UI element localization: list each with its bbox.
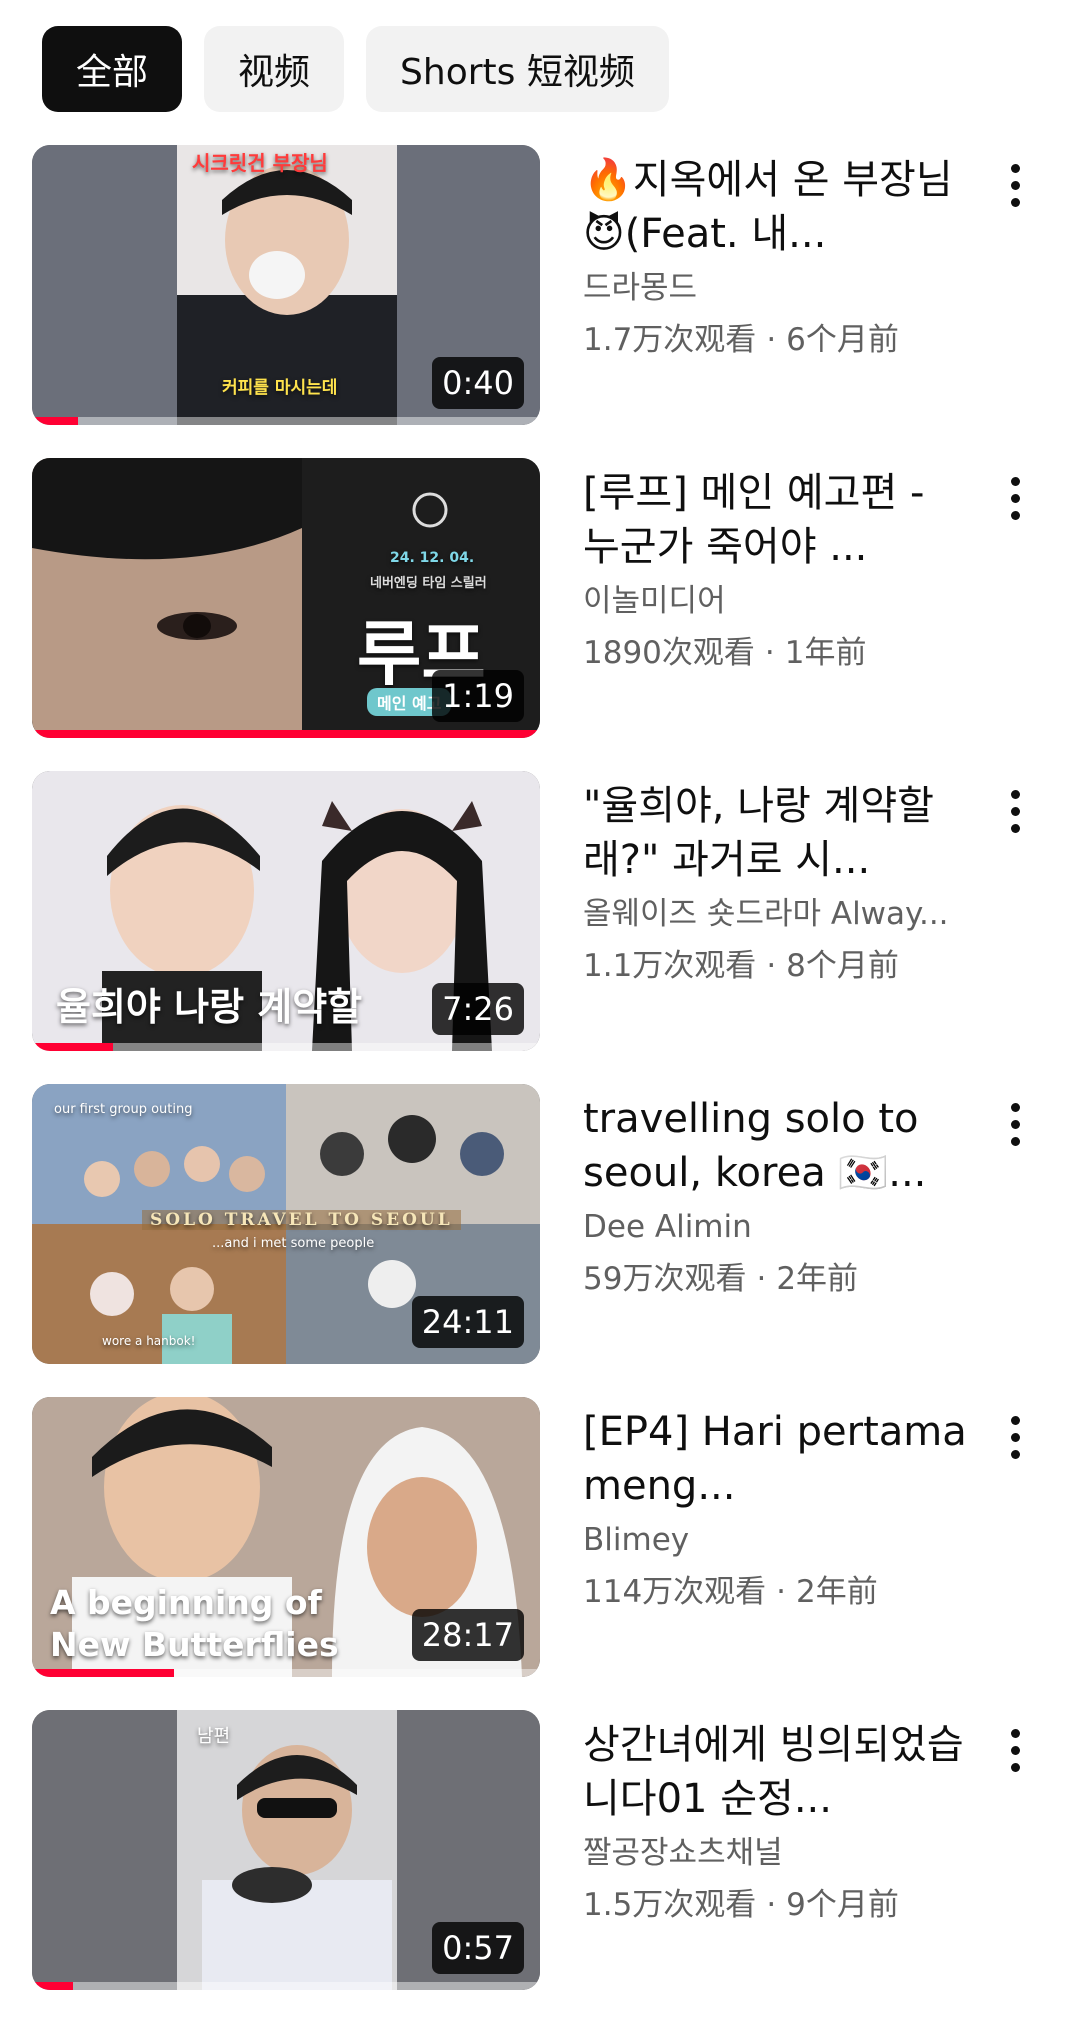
video-meta: 🔥지옥에서 온 부장님😈(Feat. 내... 드라몽드 1.7万次观看 · 6个月… <box>583 153 968 361</box>
video-title[interactable]: 🔥지옥에서 온 부장님😈(Feat. 내... <box>583 153 968 261</box>
video-item[interactable]: 남편 0:57 상간녀에게 빙의되었습니다01 순정... 짤공장쇼츠채널 1.… <box>0 1710 1080 2023</box>
video-stats: 1890次观看 · 1年前 <box>583 632 968 674</box>
more-options-icon[interactable] <box>990 781 1040 841</box>
chip-shorts[interactable]: Shorts 短视频 <box>366 26 669 112</box>
video-feed: 시크릿건 부장님 커피를 마시는데 0:40 🔥지옥에서 온 부장님😈(Feat… <box>0 145 1080 2023</box>
thumbnail-caption-bottom: wore a hanbok! <box>102 1334 196 1348</box>
video-stats: 1.1万次观看 · 8个月前 <box>583 945 968 987</box>
more-options-icon[interactable] <box>990 1094 1040 1154</box>
duration-badge: 0:40 <box>432 357 524 409</box>
video-thumbnail[interactable]: our first group outing SOLO TRAVEL TO SE… <box>32 1084 540 1364</box>
channel-name[interactable]: 이놀미디어 <box>583 580 968 622</box>
separator: · <box>766 1887 777 1923</box>
upload-age: 8个月前 <box>786 948 899 984</box>
view-count: 59万次观看 <box>583 1261 747 1297</box>
duration-badge: 1:19 <box>432 670 524 722</box>
more-options-icon[interactable] <box>990 155 1040 215</box>
video-item[interactable]: A beginning of New Butterflies 28:17 [EP… <box>0 1397 1080 1710</box>
watch-progress <box>32 417 540 425</box>
chip-videos[interactable]: 视频 <box>204 26 345 112</box>
more-options-icon[interactable] <box>990 1720 1040 1780</box>
watch-progress <box>32 1982 540 1990</box>
more-options-icon[interactable] <box>990 1407 1040 1467</box>
duration-badge: 0:57 <box>432 1922 524 1974</box>
video-stats: 1.5万次观看 · 9个月前 <box>583 1884 968 1926</box>
duration-badge: 7:26 <box>432 983 524 1035</box>
view-count: 1.7万次观看 <box>583 322 757 358</box>
upload-age: 9个月前 <box>786 1887 899 1923</box>
video-title[interactable]: [EP4] Hari pertama meng... <box>583 1405 968 1513</box>
chip-all[interactable]: 全部 <box>42 26 183 112</box>
video-thumbnail[interactable]: 24. 12. 04. 네버엔딩 타임 스릴러 루프 메인 예고 1:19 <box>32 458 540 738</box>
separator: · <box>766 948 777 984</box>
video-item[interactable]: our first group outing SOLO TRAVEL TO SE… <box>0 1084 1080 1397</box>
video-title[interactable]: "율희야, 나랑 계약할래?" 과거로 시... <box>583 779 968 887</box>
separator: · <box>776 1574 787 1610</box>
video-title[interactable]: 상간녀에게 빙의되었습니다01 순정... <box>583 1718 968 1826</box>
channel-name[interactable]: 올웨이즈 숏드라마 Alway... <box>583 893 968 935</box>
upload-age: 2年前 <box>776 1261 859 1297</box>
separator: · <box>764 635 775 671</box>
more-options-icon[interactable] <box>990 468 1040 528</box>
thumbnail-subtitle: ...and i met some people <box>212 1236 375 1251</box>
video-meta: 상간녀에게 빙의되었습니다01 순정... 짤공장쇼츠채널 1.5万次观看 · 9个… <box>583 1718 968 1926</box>
video-item[interactable]: 시크릿건 부장님 커피를 마시는데 0:40 🔥지옥에서 온 부장님😈(Feat… <box>0 145 1080 458</box>
video-title[interactable]: travelling solo to seoul, korea 🇰🇷... <box>583 1092 968 1200</box>
video-thumbnail[interactable]: 남편 0:57 <box>32 1710 540 1990</box>
thumbnail-caption: 율희야 나랑 계약할 <box>56 985 363 1029</box>
upload-age: 2年前 <box>796 1574 878 1610</box>
video-meta: [루프] 메인 예고편 - 누군가 죽어야 ... 이놀미디어 1890次观看 ·… <box>583 466 968 674</box>
view-count: 1.5万次观看 <box>583 1887 757 1923</box>
thumbnail-caption: 커피를 마시는데 <box>222 378 338 398</box>
channel-name[interactable]: 드라몽드 <box>583 267 968 309</box>
video-stats: 114万次观看 · 2年前 <box>583 1571 968 1613</box>
video-item[interactable]: 24. 12. 04. 네버엔딩 타임 스릴러 루프 메인 예고 1:19 [루… <box>0 458 1080 771</box>
video-stats: 59万次观看 · 2年前 <box>583 1258 968 1300</box>
video-stats: 1.7万次观看 · 6个月前 <box>583 319 968 361</box>
duration-badge: 28:17 <box>411 1609 524 1661</box>
watch-progress <box>32 1669 540 1677</box>
thumbnail-subtitle: 네버엔딩 타임 스릴러 <box>370 576 487 591</box>
video-thumbnail[interactable]: A beginning of New Butterflies 28:17 <box>32 1397 540 1677</box>
upload-age: 1年前 <box>784 635 867 671</box>
channel-name[interactable]: 짤공장쇼츠채널 <box>583 1832 968 1874</box>
separator: · <box>756 1261 767 1297</box>
view-count: 1890次观看 <box>583 635 755 671</box>
video-thumbnail[interactable]: 율희야 나랑 계약할 7:26 <box>32 771 540 1051</box>
video-meta: [EP4] Hari pertama meng... Blimey 114万次观… <box>583 1405 968 1613</box>
video-meta: "율희야, 나랑 계약할래?" 과거로 시... 올웨이즈 숏드라마 Alway… <box>583 779 968 987</box>
thumbnail-caption-line1: A beginning of <box>50 1583 322 1622</box>
thumbnail-caption-top: our first group outing <box>54 1102 193 1117</box>
upload-age: 6个月前 <box>786 322 899 358</box>
thumbnail-date: 24. 12. 04. <box>390 550 475 566</box>
video-item[interactable]: 율희야 나랑 계약할 7:26 "율희야, 나랑 계약할래?" 과거로 시...… <box>0 771 1080 1084</box>
video-thumbnail[interactable]: 시크릿건 부장님 커피를 마시는데 0:40 <box>32 145 540 425</box>
view-count: 1.1万次观看 <box>583 948 757 984</box>
thumbnail-caption: 남편 <box>197 1726 231 1747</box>
separator: · <box>766 322 777 358</box>
thumbnail-banner: SOLO TRAVEL TO SEOUL <box>142 1210 461 1230</box>
video-meta: travelling solo to seoul, korea 🇰🇷... De… <box>583 1092 968 1300</box>
view-count: 114万次观看 <box>583 1574 767 1610</box>
thumbnail-overlay-title: 시크릿건 부장님 <box>192 151 328 175</box>
thumbnail-caption-line2: New Butterflies <box>50 1625 339 1664</box>
video-title[interactable]: [루프] 메인 예고편 - 누군가 죽어야 ... <box>583 466 968 574</box>
channel-name[interactable]: Dee Alimin <box>583 1206 968 1248</box>
channel-name[interactable]: Blimey <box>583 1519 968 1561</box>
watch-progress <box>32 1043 540 1051</box>
watch-progress <box>32 730 540 738</box>
filter-chips: 全部 视频 Shorts 短视频 <box>42 26 669 112</box>
duration-badge: 24:11 <box>411 1296 524 1348</box>
